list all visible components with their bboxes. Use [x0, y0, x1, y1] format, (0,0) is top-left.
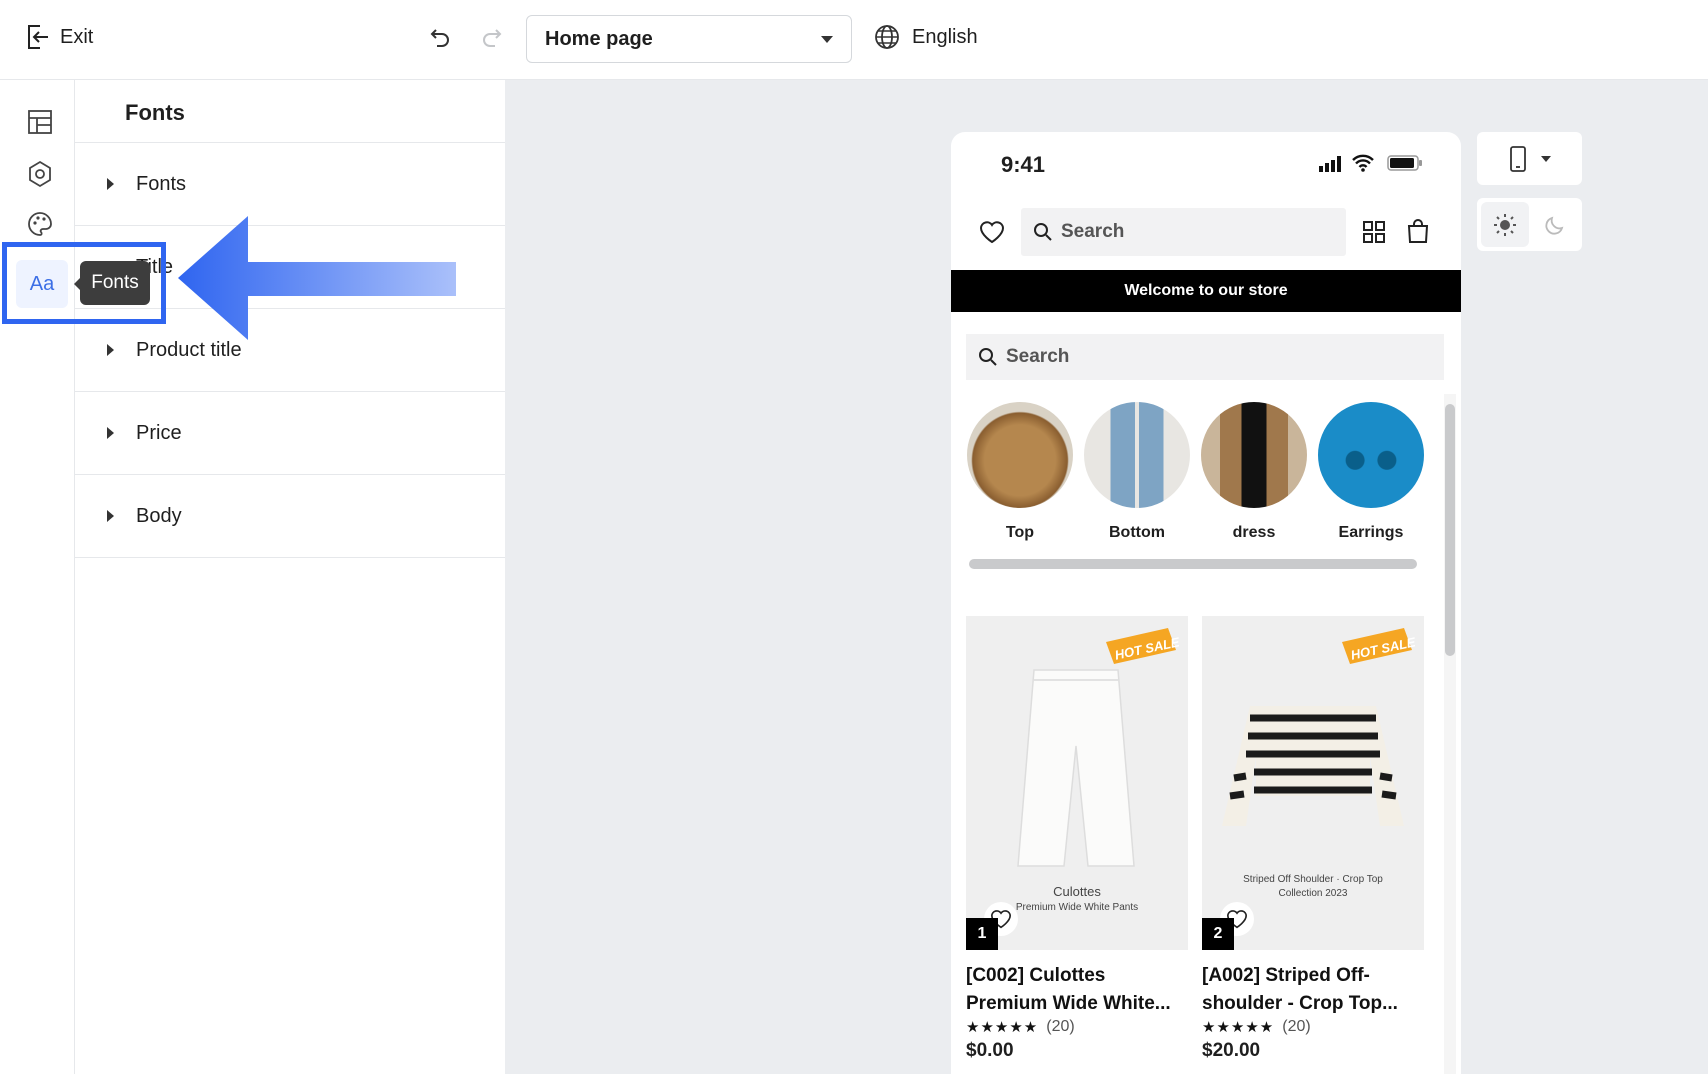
- category-image: [1084, 402, 1190, 508]
- row-label: Body: [136, 504, 182, 527]
- culottes-illustration: [1017, 669, 1135, 867]
- undo-icon: [430, 29, 449, 47]
- hot-sale-badge: HOT SALE: [1338, 624, 1417, 675]
- redo-button[interactable]: [480, 24, 504, 53]
- moon-icon: [1545, 216, 1564, 235]
- page-select-dropdown[interactable]: Home page: [526, 15, 852, 63]
- product-image: HOT SALE Striped Off Shoulder · Crop Top…: [1202, 616, 1424, 950]
- row-label: Fonts: [136, 172, 187, 195]
- undo-button[interactable]: [428, 24, 452, 53]
- product-card[interactable]: HOT SALE Striped Off Shoulder · Crop Top…: [1202, 616, 1424, 1062]
- palette-icon[interactable]: [26, 210, 54, 238]
- exit-label: Exit: [60, 25, 94, 48]
- rating-count: (20): [1046, 1018, 1075, 1035]
- hot-sale-badge: HOT SALE: [1102, 624, 1181, 675]
- light-mode-button[interactable]: [1481, 202, 1529, 247]
- pointer-arrow-icon: [178, 216, 456, 340]
- product-title-line: Premium Wide White...: [966, 993, 1171, 1014]
- language-label: English: [912, 25, 978, 48]
- battery-icon: [1387, 155, 1422, 171]
- exit-icon: [28, 25, 48, 49]
- price-section-row[interactable]: Price: [75, 392, 505, 475]
- fonts-tooltip: Fonts: [74, 261, 150, 305]
- product-title-line: [A002] Striped Off-: [1202, 965, 1370, 986]
- image-caption: Culottes: [1053, 884, 1101, 899]
- striped-top-illustration: [1222, 706, 1404, 826]
- body-section-row[interactable]: Body: [75, 475, 505, 558]
- shopping-bag-icon[interactable]: [1407, 218, 1429, 244]
- nav-search-placeholder: Search: [1061, 221, 1125, 242]
- image-caption: Striped Off Shoulder · Crop Top: [1243, 874, 1383, 885]
- carousel-scrollbar[interactable]: [969, 559, 1417, 569]
- redo-icon: [483, 29, 502, 47]
- category-top[interactable]: Top: [966, 402, 1074, 542]
- caret-right-icon: [107, 344, 114, 356]
- signal-icon: [1319, 156, 1341, 172]
- welcome-banner: Welcome to our store: [951, 270, 1461, 312]
- caret-right-icon: [107, 178, 114, 190]
- caret-right-icon: [107, 427, 114, 439]
- rating: ★★★★★ (20): [966, 1018, 1188, 1036]
- product-title: [C002] Culottes Premium Wide White...: [966, 962, 1188, 1018]
- category-label: Earrings: [1338, 524, 1404, 541]
- page-select-value: Home page: [545, 27, 653, 50]
- grid-icon[interactable]: [1362, 220, 1386, 244]
- category-image: [1318, 402, 1424, 508]
- store-search-input[interactable]: Search: [966, 334, 1444, 380]
- star-rating-icon: ★★★★★: [1202, 1019, 1275, 1036]
- category-carousel: Top Bottom dress Earrings: [966, 402, 1436, 552]
- product-title-line: [C002] Culottes: [966, 965, 1106, 986]
- theme-toggle: [1477, 198, 1582, 251]
- status-bar: 9:41: [951, 132, 1461, 194]
- heart-icon[interactable]: [979, 220, 1005, 244]
- row-label: Price: [136, 421, 182, 444]
- product-card[interactable]: HOT SALE Culottes Premium Wide White Pan…: [966, 616, 1188, 1062]
- image-subcaption: Collection 2023: [1278, 888, 1348, 899]
- category-label: Top: [1005, 524, 1035, 541]
- rating-count: (20): [1282, 1018, 1311, 1035]
- product-price: $0.00: [966, 1040, 1014, 1061]
- category-bottom[interactable]: Bottom: [1083, 402, 1191, 542]
- category-image: [1201, 402, 1307, 508]
- settings-hexagon-icon[interactable]: [26, 160, 54, 188]
- product-title-line: shoulder - Crop Top...: [1202, 993, 1398, 1014]
- phone-preview: 9:41 Search Welcome to our store Search …: [951, 132, 1461, 1074]
- chevron-down-icon: [1540, 155, 1551, 162]
- rank-badge: 2: [1202, 918, 1234, 950]
- panel-title: Fonts: [125, 100, 185, 125]
- product-title: [A002] Striped Off- shoulder - Crop Top.…: [1202, 962, 1424, 1018]
- wifi-icon: [1352, 154, 1374, 172]
- device-toggle-button[interactable]: [1477, 132, 1582, 185]
- mobile-device-icon: [1509, 145, 1526, 172]
- top-bar: Exit Home page English: [0, 0, 1708, 80]
- rank-badge: 1: [966, 918, 998, 950]
- language-selector[interactable]: English: [874, 24, 978, 50]
- dark-mode-button[interactable]: [1531, 202, 1579, 247]
- caret-right-icon: [107, 510, 114, 522]
- globe-icon: [875, 25, 899, 49]
- product-image: HOT SALE Culottes Premium Wide White Pan…: [966, 616, 1188, 950]
- category-label: Bottom: [1109, 524, 1165, 541]
- category-dress[interactable]: dress: [1200, 402, 1308, 542]
- exit-button[interactable]: Exit: [26, 24, 93, 50]
- search-icon: [979, 348, 997, 366]
- vertical-scrollbar[interactable]: [1445, 404, 1455, 656]
- search-icon: [1034, 223, 1052, 241]
- sun-icon: [1494, 213, 1516, 236]
- store-search-placeholder: Search: [1006, 346, 1070, 367]
- store-nav: Search: [951, 208, 1461, 266]
- layout-icon[interactable]: [26, 108, 54, 136]
- rating: ★★★★★ (20): [1202, 1018, 1424, 1036]
- star-rating-icon: ★★★★★: [966, 1019, 1039, 1036]
- status-time: 9:41: [1001, 152, 1046, 177]
- nav-search-input[interactable]: Search: [1021, 208, 1346, 256]
- product-price: $20.00: [1202, 1040, 1261, 1061]
- category-label: dress: [1232, 524, 1276, 541]
- category-earrings[interactable]: Earrings: [1317, 402, 1425, 542]
- left-rail: Aa: [8, 80, 75, 1074]
- category-image: [967, 402, 1073, 508]
- chevron-down-icon: [821, 35, 833, 43]
